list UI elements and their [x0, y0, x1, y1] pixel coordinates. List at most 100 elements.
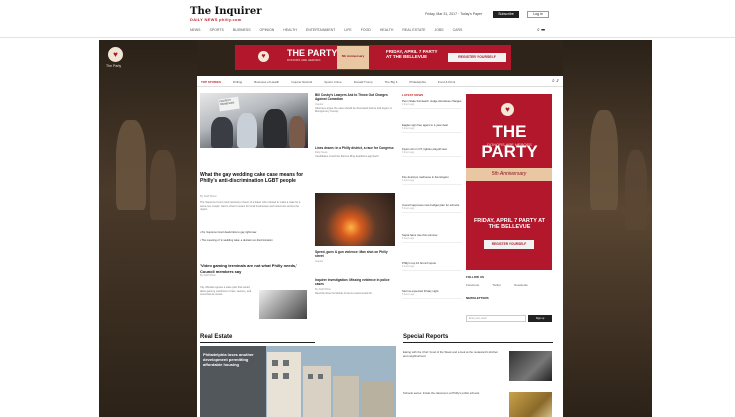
special-report-thumbnail[interactable]	[509, 392, 552, 417]
special-report-thumbnail[interactable]	[509, 351, 552, 381]
fire-story-image[interactable]	[315, 193, 395, 246]
latest-news-item[interactable]: Eagles sign free agent to 1-year deal 3 …	[402, 123, 462, 133]
section-divider	[403, 342, 553, 343]
story-headline[interactable]: 'Video gaming terminals are not what Phi…	[200, 263, 306, 274]
takeover-logo-text: The Party	[106, 64, 122, 68]
banner-title: THE PARTY	[287, 48, 338, 58]
story-thumbnail[interactable]	[259, 290, 307, 319]
latest-news-time: 6 hours ago	[402, 293, 415, 296]
section-nav: TOP STORIES Drilling Business of Health …	[197, 76, 563, 87]
building-window	[272, 360, 278, 366]
latest-news-item[interactable]: Fire destroys rowhouse in Kensington 4 h…	[402, 175, 462, 185]
story-source: Inquirer	[315, 102, 324, 106]
nav-item[interactable]: JOBS	[435, 28, 444, 32]
nav-item[interactable]: BUSINESS	[233, 28, 251, 32]
section-nav-item[interactable]: Food & Drink	[438, 80, 456, 86]
share-icon[interactable]: ⤴	[556, 78, 559, 84]
nav-item[interactable]: REAL ESTATE	[402, 28, 425, 32]
newsletter-signup-button[interactable]: Sign up	[528, 315, 552, 322]
special-report-item[interactable]: Eating with the Chef: Food of the Week a…	[403, 350, 503, 359]
story-headline[interactable]: Lines drawn: In a Philly district, a rac…	[315, 146, 395, 150]
nav-item[interactable]: NEWS	[190, 28, 201, 32]
newsletter-icon[interactable]: Newsletter	[514, 283, 528, 287]
section-nav-item[interactable]: TOP STORIES	[201, 80, 221, 86]
related-link[interactable]: • Pa. Supreme Court deals blow to gay ri…	[200, 231, 306, 234]
menu-icon[interactable]: ☰	[541, 27, 545, 33]
site-header: The Inquirer DAILY NEWS philly.com Frida…	[0, 0, 735, 38]
site-logo[interactable]: The Inquirer	[190, 6, 261, 17]
sidebar-ad-date: FRIDAY, APRIL 7 PARTY AT THE BELLEVUE	[473, 218, 546, 230]
section-nav-item[interactable]: Business of Health	[254, 80, 279, 86]
section-nav-item[interactable]: Inquirer Rewind	[291, 80, 312, 86]
special-reports-heading[interactable]: Special Reports	[403, 334, 448, 340]
section-nav-item[interactable]: Donald Trump	[354, 80, 373, 86]
latest-news-item[interactable]: Storms expected Friday night 6 hours ago	[402, 289, 462, 299]
latest-news-item[interactable]: Philly's top 10 brunch spots 6 hours ago	[402, 261, 462, 271]
story-headline[interactable]: Inquirer investigation: Missing evidence…	[315, 278, 395, 287]
section-nav-item[interactable]: Philadelphia	[409, 80, 425, 86]
protester-figure	[211, 117, 233, 148]
section-nav-item[interactable]: The Big 6	[385, 80, 398, 86]
protester-figure	[289, 116, 305, 148]
story-summary: City officials oppose a state plan that …	[200, 286, 252, 297]
facebook-icon[interactable]: Facebook	[466, 283, 479, 287]
sidebar-ad-register-button[interactable]: REGISTER YOURSELF	[484, 240, 534, 249]
nav-item[interactable]: HEALTH	[283, 28, 297, 32]
lead-story-headline[interactable]: What the gay wedding cake case means for…	[200, 172, 305, 185]
follow-us-heading: FOLLOW US	[466, 275, 484, 279]
takeover-left-panel[interactable]	[99, 40, 197, 417]
nav-item[interactable]: ENTERTAINMENT	[306, 28, 335, 32]
section-nav-icons: ⌕ ⤴	[552, 78, 559, 84]
heart-logo-icon[interactable]: ♥	[108, 47, 123, 62]
section-nav-item[interactable]: Sports Crime	[324, 80, 342, 86]
site-logo-subtitle: DAILY NEWS philly.com	[190, 17, 242, 22]
related-link[interactable]: • The meaning of 'a' wedding cake: a dec…	[200, 239, 306, 242]
section-divider	[200, 342, 315, 343]
heart-icon: ♥	[501, 103, 514, 116]
protester-figure	[263, 109, 287, 148]
story-headline[interactable]: Speed, guns & gun violence: Man shot on …	[315, 250, 395, 259]
banner-register-button[interactable]: REGISTER YOURSELF	[448, 53, 506, 62]
banner-subtitle: DONORS ARE HEROES	[287, 58, 321, 62]
newsletter-email-input[interactable]: Enter your email	[466, 315, 526, 322]
lead-story-summary: The Supreme Court ruled narrowly in favo…	[200, 201, 301, 212]
latest-news-time: 2 hours ago	[402, 103, 415, 106]
story-item[interactable]: Speed, guns & gun violence: Man shot on …	[315, 250, 395, 263]
search-icon[interactable]: ⌕	[552, 78, 555, 84]
follow-icons: Facebook Twitter Newsletter	[466, 283, 528, 287]
story-item[interactable]: Bill Cosby's Lawyers Ask to Throw Out Ch…	[315, 93, 395, 113]
twitter-icon[interactable]: Twitter	[492, 283, 501, 287]
real-estate-heading[interactable]: Real Estate	[200, 334, 232, 340]
building-window	[272, 373, 278, 379]
nav-item[interactable]: OPINION	[260, 28, 275, 32]
latest-news-item[interactable]: Council approves new budget plan for sch…	[402, 203, 462, 213]
story-headline[interactable]: Bill Cosby's Lawyers Ask to Throw Out Ch…	[315, 93, 395, 102]
nav-item[interactable]: LIFE	[344, 28, 351, 32]
sidebar-ad-subtitle: DONORS ARE HEROES	[487, 142, 532, 147]
story-summary: Records show hundreds of items unaccount…	[315, 291, 373, 295]
takeover-figure-right	[590, 110, 618, 210]
sidebar-ad-anniversary: 5th Anniversary	[466, 168, 552, 181]
main-content: TOP STORIES Drilling Business of Health …	[197, 76, 563, 417]
nav-item[interactable]: HEALTH	[380, 28, 394, 32]
takeover-figure-right-2	[625, 150, 647, 230]
search-icon[interactable]: ⌕	[537, 27, 540, 33]
real-estate-headline[interactable]: Philadelphia loses another development p…	[203, 352, 263, 367]
nav-item[interactable]: CARS	[453, 28, 463, 32]
nav-item[interactable]: FOOD	[361, 28, 371, 32]
takeover-figure-left-2	[150, 150, 176, 220]
section-nav-item[interactable]: Drilling	[233, 80, 242, 86]
latest-news-item[interactable]: Flyers win in OT, tighten playoff race 3…	[402, 147, 462, 157]
building-shape	[361, 381, 393, 417]
latest-news-item[interactable]: Penn State frat death: Judge dismisses c…	[402, 99, 462, 109]
takeover-figure-left	[116, 120, 146, 210]
story-item[interactable]: Lines drawn: In a Philly district, a rac…	[315, 146, 395, 159]
nav-item[interactable]: SPORTS	[210, 28, 224, 32]
story-item[interactable]: Inquirer investigation: Missing evidence…	[315, 278, 395, 295]
latest-news-item[interactable]: Septa fares rise this summer 5 hours ago	[402, 233, 462, 243]
story-summary: Candidates crowd the field as filing dea…	[315, 155, 380, 159]
login-button[interactable]: Log in	[527, 11, 549, 18]
subscribe-button[interactable]: Subscribe	[493, 11, 519, 18]
building-window	[283, 373, 289, 379]
special-report-item[interactable]: Schools series: Inside the classroom at …	[403, 391, 503, 396]
